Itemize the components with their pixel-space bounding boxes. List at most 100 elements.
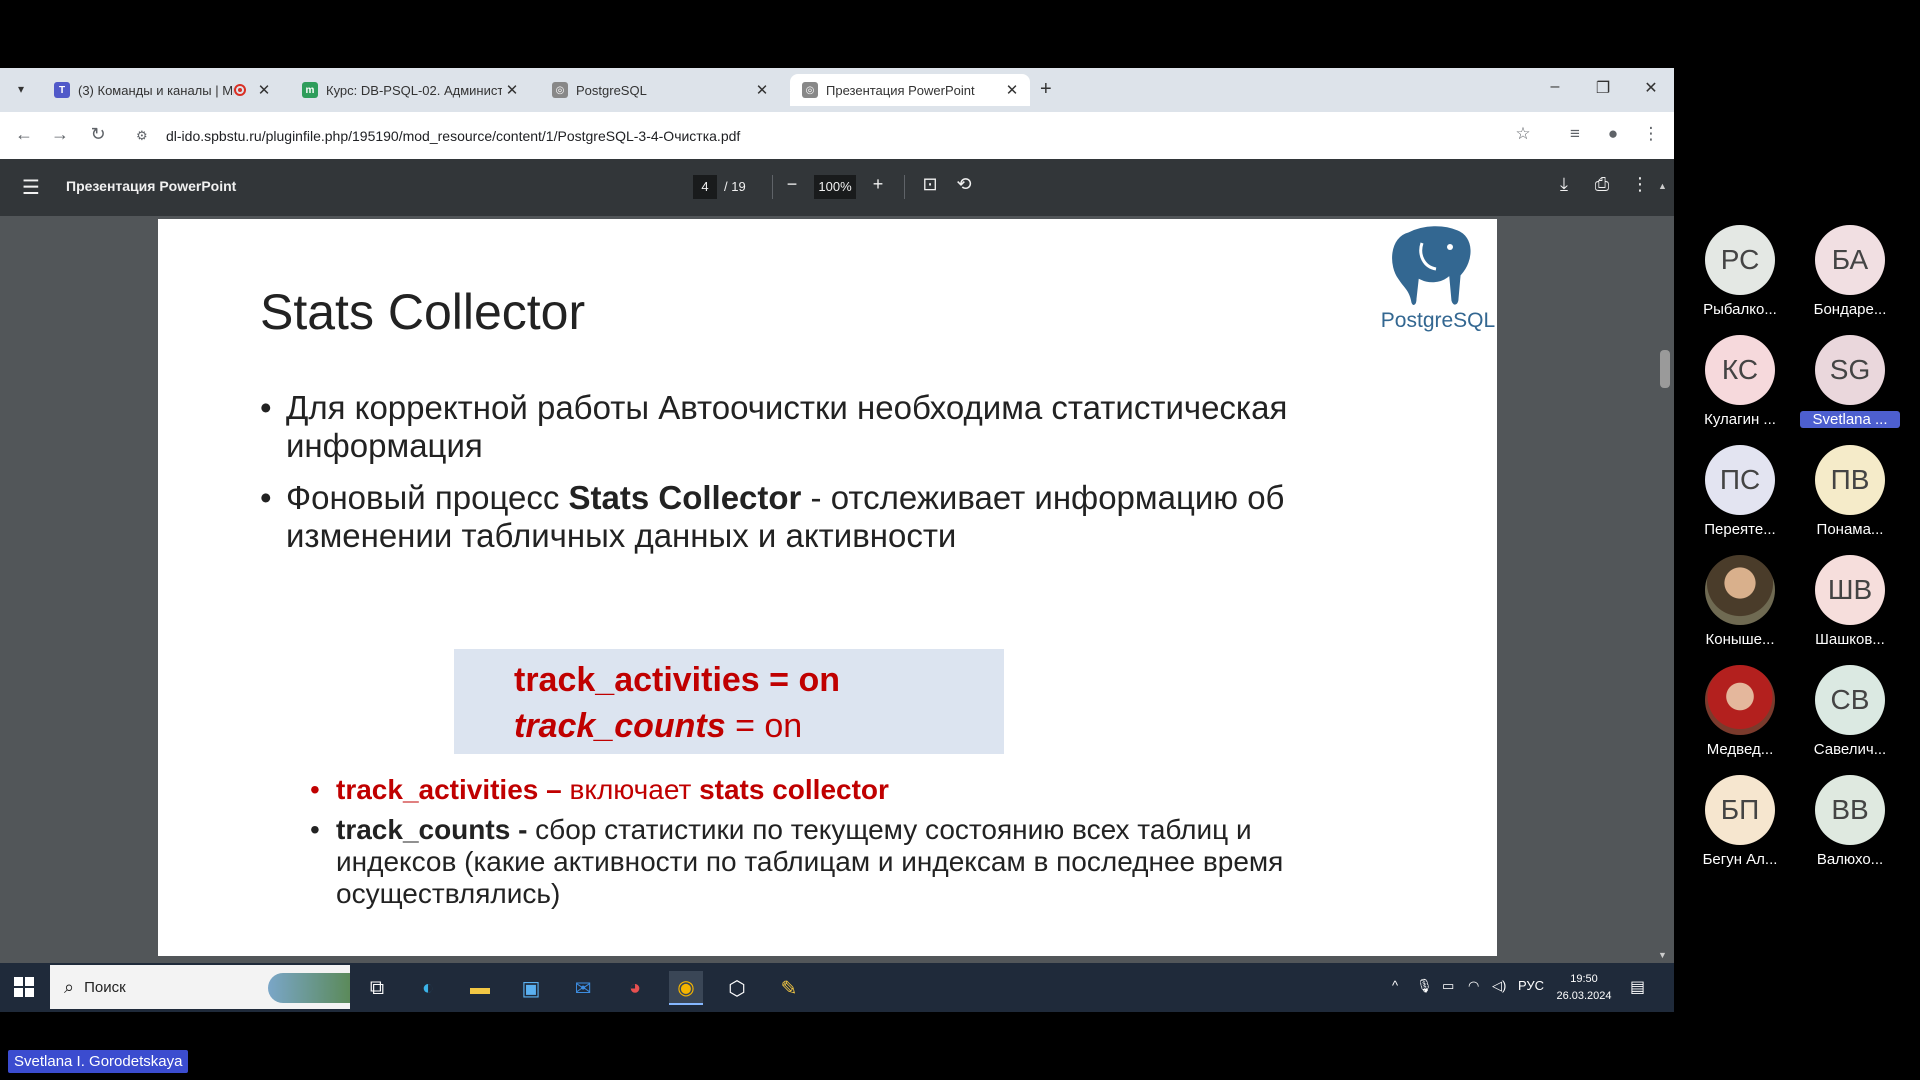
participant-tile[interactable]: ПВ Понама...	[1800, 445, 1900, 538]
participant-tile[interactable]: КС Кулагин ...	[1690, 335, 1790, 428]
avatar-photo	[1705, 665, 1775, 735]
participant-tile[interactable]: БА Бондаре...	[1800, 225, 1900, 318]
globe-icon: ◎	[802, 82, 818, 98]
pdf-page: Stats Collector PostgreSQL Для корректно…	[158, 219, 1497, 956]
pdf-title: Презентация PowerPoint	[66, 178, 237, 194]
edge-icon[interactable]: ◐	[411, 971, 445, 1005]
moodle-icon: m	[302, 82, 318, 98]
participant-tile[interactable]: ШВ Шашков...	[1800, 555, 1900, 648]
print-icon[interactable]: ⎙	[1590, 174, 1614, 195]
zoom-out-icon[interactable]: −	[780, 174, 804, 195]
tab-label: PostgreSQL	[576, 82, 647, 98]
restore-icon[interactable]: ❐	[1588, 78, 1618, 98]
forward-arrow-icon[interactable]: →	[48, 124, 72, 145]
address-bar[interactable]: ⚙ dl-ido.spbstu.ru/pluginfile.php/195190…	[128, 120, 1528, 152]
hamburger-menu-icon[interactable]: ☰	[22, 175, 40, 200]
avatar: БА	[1815, 225, 1885, 295]
url-text: dl-ido.spbstu.ru/pluginfile.php/195190/m…	[166, 128, 741, 144]
participant-name: Медвед...	[1706, 741, 1774, 758]
minimize-icon[interactable]: –	[1540, 78, 1570, 96]
zoom-input[interactable]: 100%	[814, 175, 856, 199]
chevron-up-icon[interactable]: ^	[1392, 978, 1398, 993]
tab-close-icon[interactable]: ✕	[1002, 81, 1022, 99]
tab-strip: ▾ T (3) Команды и каналы | Ми ✕ m Курс: …	[0, 68, 1674, 112]
participant-tile[interactable]: РС Рыбалко...	[1690, 225, 1790, 318]
site-info-icon[interactable]: ⚙	[136, 128, 154, 144]
more-menu-icon[interactable]: ⋮	[1638, 124, 1664, 144]
mail-icon[interactable]: ✉	[566, 971, 600, 1005]
task-view-icon[interactable]: ⧉	[360, 971, 394, 1005]
close-window-icon[interactable]: ✕	[1636, 78, 1666, 98]
slide-title: Stats Collector	[260, 284, 586, 340]
participant-name: Шашков...	[1815, 631, 1885, 648]
scroll-down-icon[interactable]: ▼	[1658, 950, 1667, 960]
more-options-icon[interactable]: ⋮	[1628, 174, 1652, 195]
sub-bullet-item: track_counts - сбор статистики по текуще…	[310, 814, 1360, 910]
wifi-icon[interactable]: ◠	[1468, 978, 1479, 994]
fit-page-icon[interactable]: ⊡	[918, 174, 942, 195]
notifications-icon[interactable]: ▤	[1630, 977, 1645, 997]
sub-bullet-text: включает	[569, 774, 700, 805]
bullet-bold-text: Stats Collector	[568, 479, 802, 516]
media-icon[interactable]: ≡	[1562, 124, 1588, 144]
participant-tile[interactable]: Коныше...	[1690, 555, 1790, 648]
app-icon[interactable]: ◕	[618, 971, 652, 1005]
scroll-up-icon[interactable]: ▲	[1658, 181, 1667, 191]
star-icon[interactable]: ☆	[1510, 124, 1536, 144]
tab-close-icon[interactable]: ✕	[254, 81, 274, 99]
app-icon[interactable]: ✎	[772, 971, 806, 1005]
active-speaker-label: Svetlana I. Gorodetskaya	[8, 1050, 189, 1073]
file-explorer-icon[interactable]: ▬	[463, 971, 497, 1005]
reload-icon[interactable]: ↻	[86, 124, 110, 145]
tab-search-menu-icon[interactable]: ▾	[10, 78, 32, 100]
rotate-icon[interactable]: ⟲	[952, 174, 976, 195]
participant-tile[interactable]: ПС Переяте...	[1690, 445, 1790, 538]
battery-icon[interactable]: ▭	[1442, 978, 1454, 994]
participant-name: Бегун Ал...	[1702, 851, 1778, 868]
store-icon[interactable]: ▣	[514, 971, 548, 1005]
tab-label: (3) Команды и каналы | Ми	[78, 82, 234, 98]
avatar: БП	[1705, 775, 1775, 845]
config-key: track_counts	[514, 707, 726, 745]
teams-icon: T	[54, 82, 70, 98]
windows-start-icon[interactable]	[14, 977, 34, 997]
search-placeholder: Поиск	[84, 978, 126, 996]
tab-close-icon[interactable]: ✕	[752, 81, 772, 99]
clock[interactable]: 19:50 26.03.2024	[1554, 971, 1614, 1005]
config-value: = on	[725, 707, 803, 745]
tab-course[interactable]: m Курс: DB-PSQL-02. Администр ✕	[290, 74, 530, 106]
sub-bullet-item: track_activities – включает stats collec…	[310, 774, 1360, 806]
volume-icon[interactable]: ◁)	[1492, 978, 1506, 994]
scrollbar-thumb[interactable]	[1660, 350, 1670, 388]
back-arrow-icon[interactable]: ←	[12, 124, 36, 145]
avatar: ШВ	[1815, 555, 1885, 625]
page-number-input[interactable]: 4	[693, 175, 717, 199]
sub-bullet-bold-text: stats collector	[699, 774, 889, 805]
tab-close-icon[interactable]: ✕	[502, 81, 522, 99]
participant-name: Понама...	[1816, 521, 1884, 538]
tab-teams[interactable]: T (3) Команды и каналы | Ми ✕	[42, 74, 282, 106]
tab-postgresql[interactable]: ◎ PostgreSQL ✕	[540, 74, 780, 106]
participant-tile[interactable]: SG Svetlana ...	[1800, 335, 1900, 428]
language-indicator[interactable]: РУС	[1518, 978, 1544, 993]
chrome-icon[interactable]: ◉	[669, 971, 703, 1005]
new-tab-button[interactable]: +	[1040, 78, 1052, 101]
zoom-in-icon[interactable]: +	[866, 174, 890, 195]
3d-viewer-icon[interactable]: ⬡	[720, 971, 754, 1005]
participant-tile[interactable]: ВВ Валюхо...	[1800, 775, 1900, 868]
tab-presentation[interactable]: ◎ Презентация PowerPoint ✕	[790, 74, 1030, 106]
bullet-text: Для корректной работы Автоочистки необхо…	[286, 389, 1288, 464]
participant-tile[interactable]: Медвед...	[1690, 665, 1790, 758]
participant-tile[interactable]: СВ Савелич...	[1800, 665, 1900, 758]
participant-tile[interactable]: БП Бегун Ал...	[1690, 775, 1790, 868]
globe-icon: ◎	[552, 82, 568, 98]
profile-icon[interactable]: ●	[1600, 124, 1626, 144]
scrollbar[interactable]	[1656, 219, 1674, 963]
tab-label: Презентация PowerPoint	[826, 82, 975, 98]
participant-name: Рыбалко...	[1703, 301, 1777, 318]
taskbar-search[interactable]: ⌕ Поиск	[50, 965, 350, 1009]
recording-icon	[234, 84, 246, 96]
microphone-icon[interactable]: 🎙	[1416, 978, 1433, 994]
download-icon[interactable]: ⤓	[1552, 174, 1576, 195]
participant-name: Коныше...	[1705, 631, 1775, 648]
